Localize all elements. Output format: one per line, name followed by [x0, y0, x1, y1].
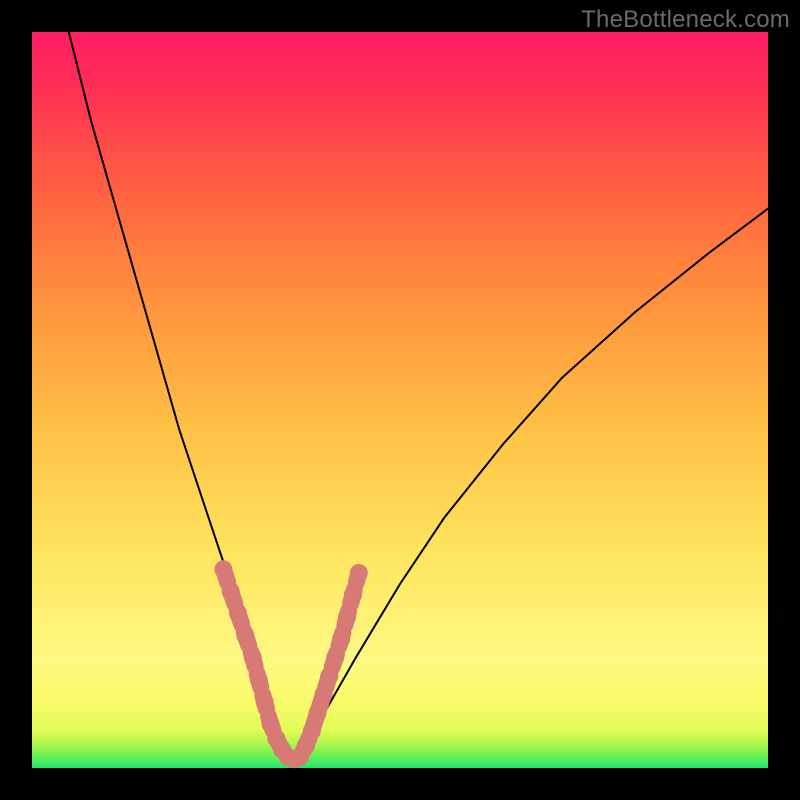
bottleneck-curve [69, 32, 768, 757]
marker-dot [309, 704, 327, 722]
marker-dot [256, 693, 274, 711]
marker-dot [320, 667, 338, 685]
marker-dot [244, 649, 262, 667]
marker-dot [332, 630, 350, 648]
marker-dot [338, 608, 356, 626]
chart-frame: TheBottleneck.com [0, 0, 800, 800]
marker-dot [344, 586, 362, 604]
chart-svg [32, 32, 768, 768]
marker-dot [229, 604, 247, 622]
watermark-text: TheBottleneck.com [581, 6, 790, 34]
marker-dot [214, 560, 232, 578]
marker-dot [315, 685, 333, 703]
plot-area [32, 32, 768, 768]
marker-dot [236, 627, 254, 645]
marker-dot [222, 582, 240, 600]
curve-path [69, 32, 768, 757]
marker-dot [350, 564, 368, 582]
marker-dot [250, 671, 268, 689]
highlight-markers [214, 560, 367, 768]
marker-dot [303, 722, 321, 740]
marker-dot [326, 649, 344, 667]
